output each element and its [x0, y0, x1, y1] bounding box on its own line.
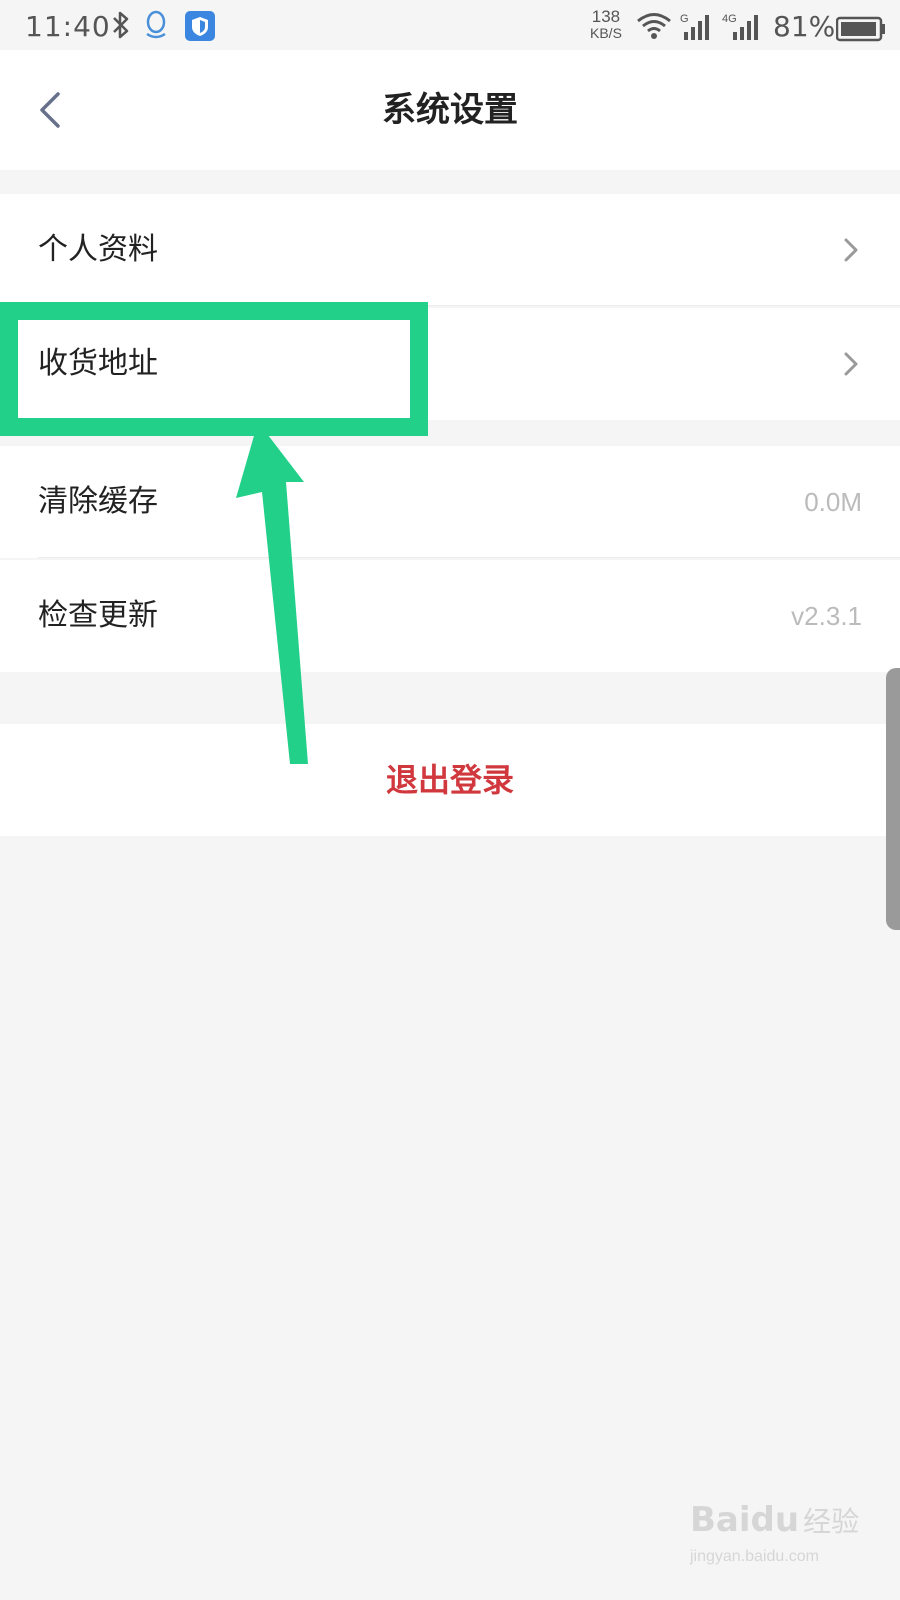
wifi-icon	[637, 13, 671, 39]
cache-size-value: 0.0M	[804, 487, 862, 517]
signal-g-icon: G	[680, 13, 709, 40]
divider	[38, 557, 900, 558]
battery-icon	[836, 16, 885, 42]
row-label: 清除缓存	[38, 484, 158, 519]
chevron-right-icon	[844, 238, 858, 262]
watermark-cn: 经验	[803, 1505, 860, 1538]
svg-text:G: G	[680, 13, 689, 25]
row-label: 检查更新	[38, 598, 158, 633]
watermark-url: jingyan.baidu.com	[690, 1548, 819, 1565]
status-bar: 11:40 138 KB/S G 4G 81%	[0, 0, 900, 50]
qq-icon	[146, 10, 166, 39]
battery-percent: 81%	[773, 10, 836, 43]
shield-app-icon	[185, 11, 215, 41]
row-label: 个人资料	[38, 232, 158, 267]
annotation-highlight-box	[0, 302, 428, 436]
baidu-watermark: Baidu 经验	[690, 1500, 859, 1540]
settings-row-check-update[interactable]: 检查更新 v2.3.1	[0, 560, 900, 672]
logout-button[interactable]: 退出登录	[0, 724, 900, 836]
version-value: v2.3.1	[791, 601, 862, 631]
nav-bar: 系统设置	[0, 50, 900, 170]
settings-row-clear-cache[interactable]: 清除缓存 0.0M	[0, 446, 900, 558]
network-speed: 138 KB/S	[590, 7, 622, 41]
svg-text:4G: 4G	[722, 13, 737, 25]
edge-scroll-handle[interactable]	[886, 668, 900, 930]
status-time: 11:40	[25, 10, 111, 43]
bluetooth-icon	[113, 11, 129, 39]
settings-row-profile[interactable]: 个人资料	[0, 194, 900, 306]
chevron-right-icon	[844, 352, 858, 376]
signal-4g-icon: 4G	[722, 13, 758, 40]
watermark-logo: Baidu	[690, 1500, 800, 1540]
page-title: 系统设置	[382, 90, 518, 130]
logout-label: 退出登录	[385, 761, 514, 799]
